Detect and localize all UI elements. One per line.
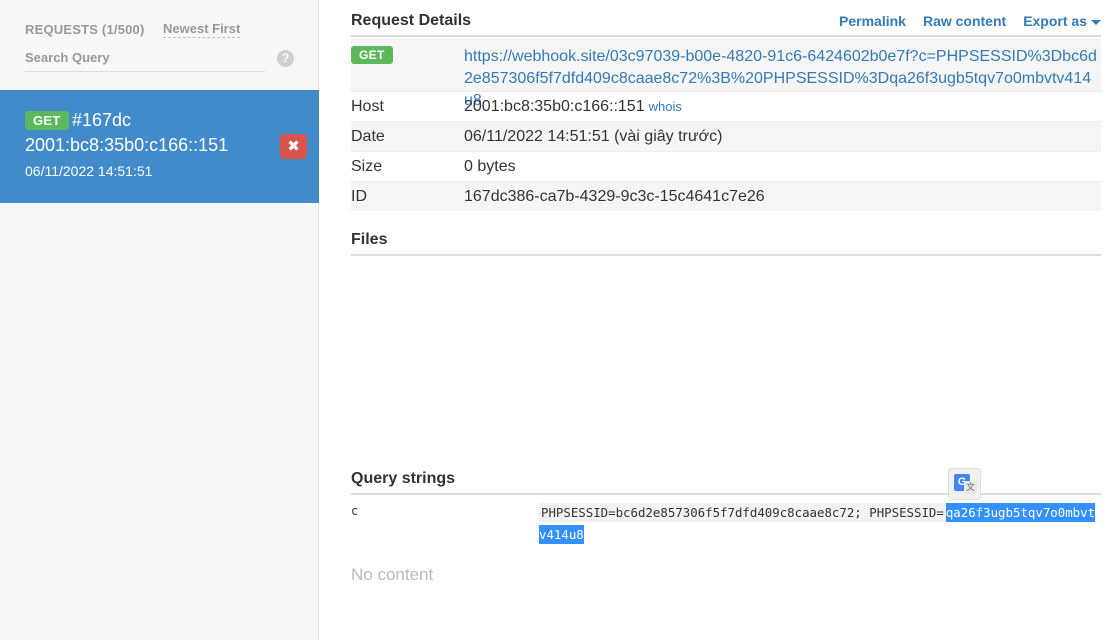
translate-char-glyph: 文: [964, 481, 977, 494]
query-strings-title: Query strings: [351, 470, 456, 487]
detail-row-url: GET https://webhook.site/03c97039-b00e-4…: [351, 39, 1101, 109]
delete-request-button[interactable]: ✖: [280, 134, 307, 159]
host-value: 2001:bc8:35b0:c166::151: [464, 98, 645, 115]
search-field: [25, 48, 265, 72]
request-details-table: GET https://webhook.site/03c97039-b00e-4…: [351, 39, 1101, 211]
host-label: Host: [351, 98, 384, 115]
divider: [351, 35, 1101, 37]
export-as-label: Export as: [1023, 13, 1087, 29]
whois-link[interactable]: whois: [649, 99, 682, 114]
divider: [351, 493, 1101, 495]
sort-order-toggle[interactable]: Newest First: [163, 21, 241, 38]
detail-row-id: ID 167dc386-ca7b-4329-9c3c-15c4641c7e26: [351, 181, 1101, 211]
detail-row-host: Host 2001:bc8:35b0:c166::151 whois: [351, 91, 1101, 121]
main-panel: Request Details Permalink Raw content Expo…: [351, 0, 1101, 640]
date-value: 06/11/2022 14:51:51 (vài giây trước): [464, 128, 723, 145]
query-string-key: c: [351, 504, 359, 518]
date-label: Date: [351, 128, 385, 145]
id-label: ID: [351, 188, 367, 205]
size-label: Size: [351, 158, 383, 175]
sidebar: REQUESTS (1/500) Newest First ? GET #167…: [0, 0, 319, 640]
divider: [351, 254, 1101, 256]
requests-count: REQUESTS (1/500): [25, 22, 145, 37]
export-as-dropdown[interactable]: Export as: [1023, 13, 1101, 29]
method-badge: GET: [25, 111, 69, 130]
page-title: Request Details: [351, 12, 472, 29]
detail-row-size: Size 0 bytes: [351, 151, 1101, 181]
permalink-link[interactable]: Permalink: [839, 13, 906, 29]
files-section-title: Files: [351, 231, 388, 248]
sidebar-header: REQUESTS (1/500) Newest First: [25, 21, 295, 42]
query-string-value[interactable]: PHPSESSID=bc6d2e857306f5f7dfd409c8caae8c…: [539, 502, 1101, 546]
help-icon[interactable]: ?: [277, 50, 294, 67]
caret-down-icon: [1091, 19, 1101, 25]
request-ip: 2001:bc8:35b0:c166::151: [25, 135, 229, 155]
detail-actions: Permalink Raw content Export as: [822, 13, 1101, 29]
id-value: 167dc386-ca7b-4329-9c3c-15c4641c7e26: [464, 188, 765, 205]
no-content-text: No content: [351, 565, 434, 584]
raw-content-link[interactable]: Raw content: [923, 13, 1006, 29]
request-date: 06/11/2022 14:51:51: [25, 163, 153, 179]
google-translate-icon[interactable]: G 文: [948, 468, 981, 500]
detail-row-date: Date 06/11/2022 14:51:51 (vài giây trước…: [351, 121, 1101, 151]
search-input[interactable]: [25, 48, 265, 65]
request-list-item[interactable]: GET #167dc 2001:bc8:35b0:c166::151 06/11…: [0, 90, 319, 203]
method-badge: GET: [351, 46, 393, 64]
host-value-wrap: 2001:bc8:35b0:c166::151 whois: [464, 98, 682, 116]
size-value: 0 bytes: [464, 158, 516, 175]
query-value-text: PHPSESSID=bc6d2e857306f5f7dfd409c8caae8c…: [539, 503, 946, 522]
request-short-id: #167dc: [72, 110, 132, 130]
